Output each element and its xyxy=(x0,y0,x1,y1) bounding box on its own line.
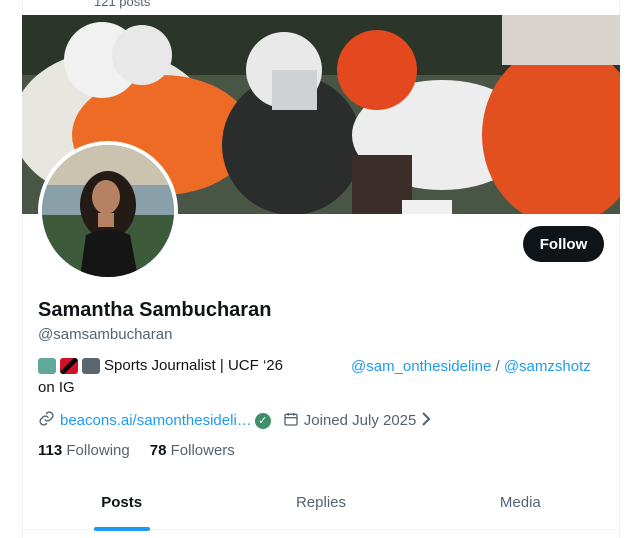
chevron-right-icon[interactable] xyxy=(420,411,432,430)
bio-link-sideline[interactable]: @sam_onthesideline xyxy=(351,358,491,375)
bio-text: Sports Journalist | UCF ‘26 xyxy=(104,357,283,374)
tab-label: Media xyxy=(499,494,541,511)
joined-date: Joined July 2025 xyxy=(303,412,417,429)
tab-replies[interactable]: Replies xyxy=(221,480,420,529)
tab-media[interactable]: Media xyxy=(421,480,620,529)
trinidad-flag-icon xyxy=(60,357,78,374)
active-tab-indicator xyxy=(93,527,150,531)
follow-counts: 113 Following 78 Followers xyxy=(38,442,235,459)
bio-line: Sports Journalist | UCF ‘26 xyxy=(38,357,283,374)
bio-link-shotz[interactable]: @samzshotz xyxy=(504,358,591,375)
avatar-image xyxy=(42,145,174,277)
tab-posts[interactable]: Posts xyxy=(22,480,221,531)
follow-button[interactable]: Follow xyxy=(523,226,604,262)
bio-continued: on IG xyxy=(38,379,75,396)
calendar-icon xyxy=(283,411,299,431)
bio-separator: / xyxy=(495,358,500,375)
followers-count: 78 xyxy=(149,442,171,459)
link-icon xyxy=(38,410,55,431)
username-handle: @samsambucharan xyxy=(38,326,173,343)
following-stat[interactable]: 113 Following xyxy=(38,442,130,459)
following-label: Following xyxy=(66,442,130,459)
followers-label: Followers xyxy=(170,442,235,459)
post-count: 121 posts xyxy=(94,0,151,9)
profile-meta: beacons.ai/samonthesideli… ✓ Joined July… xyxy=(38,410,432,431)
statue-of-liberty-icon xyxy=(38,357,56,374)
verified-check-icon: ✓ xyxy=(254,412,271,429)
tab-label: Replies xyxy=(295,494,346,511)
website-link[interactable]: beacons.ai/samonthesideli… xyxy=(60,412,252,429)
profile-tabs: Posts Replies Media xyxy=(22,480,620,531)
following-count: 113 xyxy=(38,442,67,459)
followers-stat[interactable]: 78 Followers xyxy=(150,442,235,459)
tab-label: Posts xyxy=(101,494,143,511)
avatar[interactable] xyxy=(42,145,174,277)
display-name: Samantha Sambucharan xyxy=(38,299,272,321)
camera-flash-icon xyxy=(82,357,100,374)
bio-links: @sam_onthesideline / @samzshotz xyxy=(351,358,591,375)
